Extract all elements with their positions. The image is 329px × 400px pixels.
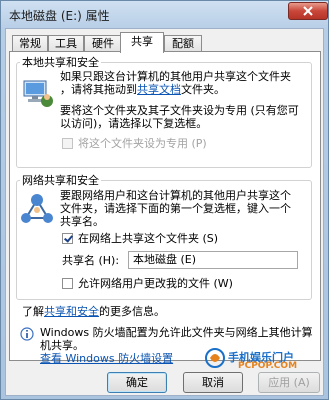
allow-change-label: 允许网络用户更改我的文件 (W) xyxy=(78,277,233,290)
make-private-label: 将这个文件夹设为专用 (P) xyxy=(78,137,207,150)
sharing-panel: 本地共享和安全 如果只跟这台计算机的其他用户共享这个文件夹 ，请将其拖动到共享文… xyxy=(9,51,321,365)
network-para-line-2: 文件夹，请选择下面的第一个复选框，键入一个 xyxy=(60,202,291,215)
sharing-security-link[interactable]: 共享和安全 xyxy=(44,305,99,318)
close-icon xyxy=(303,6,313,16)
tab-sharing[interactable]: 共享 xyxy=(120,32,164,53)
dialog-client-area: 常规 工具 硬件 共享 配额 本地共享和安全 如果只跟这台计算机的其他用户共享这… xyxy=(5,28,324,396)
tab-quota[interactable]: 配额 xyxy=(164,35,202,51)
tab-general[interactable]: 常规 xyxy=(12,35,48,51)
share-on-network-checkbox[interactable] xyxy=(62,233,73,244)
watermark-logo-icon xyxy=(205,348,225,368)
local-share-icon xyxy=(23,80,53,107)
share-on-network-label: 在网络上共享这个文件夹 (S) xyxy=(78,232,219,245)
shared-documents-link[interactable]: 共享文档 xyxy=(137,83,181,96)
local-para-2-line-1: 要将这个文件夹及其子文件夹设为专用 (只有您可 xyxy=(60,104,299,117)
firewall-text-line-2: 机共享。 xyxy=(40,339,84,352)
network-sharing-title: 网络共享和安全 xyxy=(20,172,101,188)
share-name-input[interactable]: 本地磁盘 (E) xyxy=(128,251,298,269)
local-para-1-line-1: 如果只跟这台计算机的其他用户共享这个文件夹 xyxy=(60,70,291,83)
window-title: 本地磁盘 (E:) 属性 xyxy=(9,9,110,23)
allow-change-checkbox[interactable] xyxy=(62,278,73,289)
info-icon xyxy=(20,327,34,341)
make-private-checkbox[interactable] xyxy=(62,138,73,149)
learn-more-text: 了解共享和安全的更多信息。 xyxy=(22,305,165,318)
network-para-line-3: 共享名。 xyxy=(60,215,104,228)
close-button[interactable] xyxy=(288,2,328,20)
ok-button[interactable]: 确定 xyxy=(107,372,167,393)
local-para-2-line-2: 以访问)，请选择以下复选框。 xyxy=(60,117,208,130)
cancel-button[interactable]: 取消 xyxy=(183,372,243,393)
share-name-label: 共享名 (H): xyxy=(62,254,120,267)
local-sharing-title: 本地共享和安全 xyxy=(20,54,101,70)
tab-tools[interactable]: 工具 xyxy=(48,35,84,51)
firewall-text-line-1: Windows 防火墙配置为允许此文件夹与网络上其他计算 xyxy=(40,326,313,339)
local-para-1-line-2: ，请将其拖动到共享文档文件夹。 xyxy=(60,83,225,96)
network-share-icon xyxy=(21,194,53,223)
firewall-settings-link[interactable]: 查看 Windows 防火墙设置 xyxy=(40,352,173,365)
apply-button[interactable]: 应用 (A) xyxy=(258,372,320,393)
title-bar[interactable]: 本地磁盘 (E:) 属性 xyxy=(1,1,328,27)
tab-hardware[interactable]: 硬件 xyxy=(84,35,122,51)
properties-window: 本地磁盘 (E:) 属性 常规 工具 硬件 共享 配额 本地共享和安全 如果只跟… xyxy=(0,0,329,400)
watermark-url: PCPOP.COM xyxy=(238,361,298,371)
network-para-line-1: 要跟网络用户和这台计算机的其他用户共享这个 xyxy=(60,189,291,202)
